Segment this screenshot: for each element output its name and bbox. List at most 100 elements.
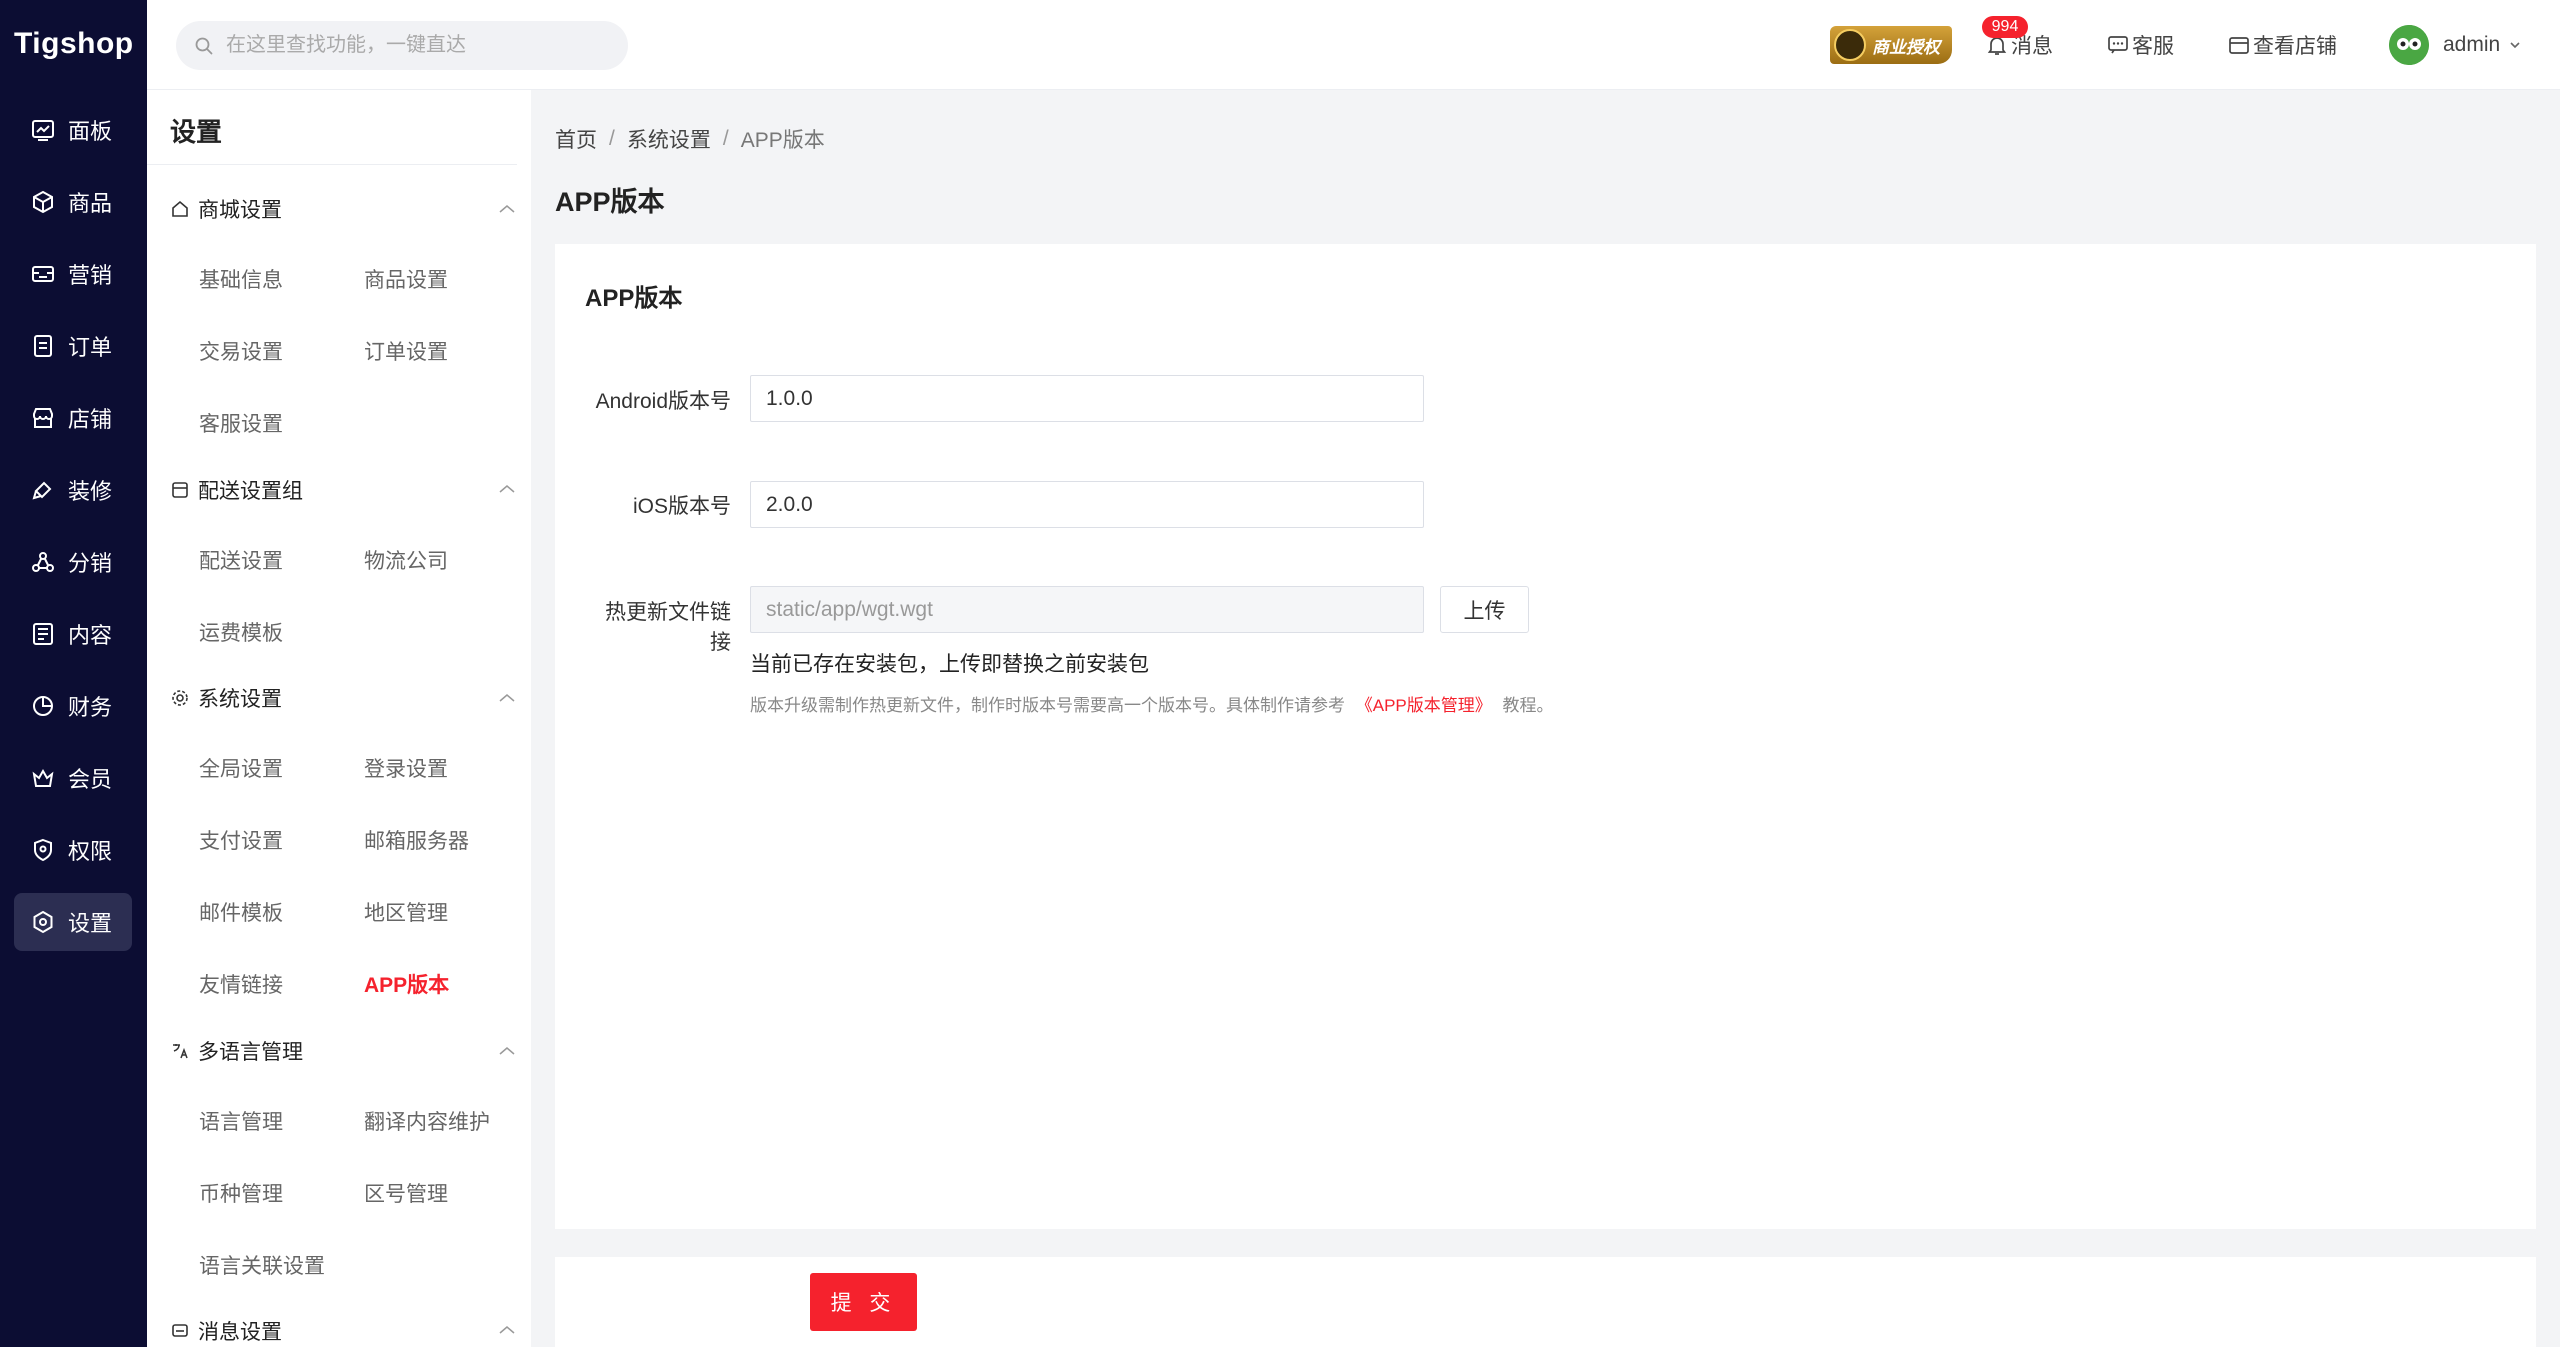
section-title: APP版本 — [585, 285, 683, 312]
nav-item-goods[interactable]: 商品 — [14, 173, 132, 231]
auth-badge[interactable]: 商业授权 — [1830, 26, 1952, 64]
sidebar-item-area-code[interactable]: 区号管理 — [364, 1178, 448, 1208]
service-button[interactable]: 客服 — [2106, 28, 2174, 62]
sidebar-item-app-version[interactable]: APP版本 — [364, 969, 449, 999]
version-help-text: 版本升级需制作热更新文件，制作时版本号需要高一个版本号。具体制作请参考 《APP… — [750, 691, 1554, 716]
group-mall-settings[interactable]: 商城设置 — [170, 194, 282, 224]
message-count-badge: 994 — [1982, 16, 2028, 38]
breadcrumb-current: APP版本 — [740, 129, 825, 152]
nav-label: 订单 — [68, 335, 113, 360]
nav-item-permissions[interactable]: 权限 — [14, 821, 132, 879]
group-system-settings[interactable]: 系统设置 — [170, 683, 282, 713]
sidebar-item-mail-template[interactable]: 邮件模板 — [199, 897, 283, 927]
service-label: 客服 — [2132, 35, 2174, 58]
sidebar-item-order-settings[interactable]: 订单设置 — [364, 336, 448, 366]
breadcrumb: 首页 / 系统设置 / APP版本 — [555, 124, 825, 154]
shield-icon — [34, 838, 52, 862]
nav-item-content[interactable]: 内容 — [14, 605, 132, 663]
sidebar-item-trade-settings[interactable]: 交易设置 — [199, 336, 283, 366]
sidebar-item-friend-links[interactable]: 友情链接 — [199, 969, 283, 999]
submit-button[interactable]: 提 交 — [810, 1273, 917, 1331]
help-text-prefix: 版本升级需制作热更新文件，制作时版本号需要高一个版本号。具体制作请参考 — [750, 696, 1345, 715]
package-exists-hint: 当前已存在安装包，上传即替换之前安装包 — [750, 653, 1149, 676]
group-shipping-settings[interactable]: 配送设置组 — [170, 475, 303, 505]
store-icon — [33, 408, 53, 428]
chevron-down-icon — [2510, 42, 2520, 49]
view-store-button[interactable]: 查看店铺 — [2227, 28, 2337, 62]
sidebar-item-region-management[interactable]: 地区管理 — [364, 897, 448, 927]
sidebar-item-goods-settings[interactable]: 商品设置 — [364, 264, 448, 294]
group-message-settings[interactable]: 消息设置 — [170, 1316, 282, 1346]
nav-label: 权限 — [68, 839, 113, 864]
sidebar-item-freight-template[interactable]: 运费模板 — [199, 617, 283, 647]
upload-button[interactable]: 上传 — [1440, 586, 1529, 633]
chat-icon — [2108, 36, 2128, 54]
hot-update-input — [750, 586, 1424, 633]
sidebar-item-logistics[interactable]: 物流公司 — [364, 545, 448, 575]
sidebar-item-service-settings[interactable]: 客服设置 — [199, 408, 283, 438]
group-multilanguage[interactable]: 多语言管理 — [170, 1036, 303, 1066]
nav-item-decoration[interactable]: 装修 — [14, 461, 132, 519]
search-box[interactable] — [176, 21, 628, 70]
user-menu[interactable]: admin — [2443, 28, 2526, 62]
sidebar-item-payment-settings[interactable]: 支付设置 — [199, 825, 283, 855]
nav-item-marketing[interactable]: 营销 — [14, 245, 132, 303]
page-title: APP版本 — [555, 187, 665, 217]
avatar[interactable] — [2389, 25, 2429, 65]
nav-item-finance[interactable]: 财务 — [14, 677, 132, 735]
nav-label: 面板 — [68, 119, 113, 144]
sidebar-item-translation[interactable]: 翻译内容维护 — [364, 1106, 490, 1136]
nav-label: 店铺 — [68, 407, 113, 432]
chevron-up-icon[interactable] — [498, 1046, 516, 1056]
chevron-up-icon[interactable] — [498, 1325, 516, 1335]
nav-label: 营销 — [68, 263, 113, 288]
sidebar-item-shipping-settings[interactable]: 配送设置 — [199, 545, 283, 575]
member-icon — [32, 768, 54, 787]
group-label: 系统设置 — [198, 688, 282, 711]
sidebar-item-global-settings[interactable]: 全局设置 — [199, 753, 283, 783]
breadcrumb-separator: / — [609, 127, 615, 150]
nav-item-dashboard[interactable]: 面板 — [14, 101, 132, 159]
nav-item-store[interactable]: 店铺 — [14, 389, 132, 447]
sidebar-item-language-management[interactable]: 语言管理 — [199, 1106, 283, 1136]
nav-item-settings[interactable]: 设置 — [14, 893, 132, 951]
logo[interactable]: Tigshop — [0, 0, 147, 90]
nav-item-members[interactable]: 会员 — [14, 749, 132, 807]
chevron-up-icon[interactable] — [498, 484, 516, 494]
breadcrumb-home[interactable]: 首页 — [555, 124, 597, 154]
search-icon — [195, 37, 213, 55]
chevron-up-icon[interactable] — [498, 693, 516, 703]
sidebar-item-login-settings[interactable]: 登录设置 — [364, 753, 448, 783]
group-label: 商城设置 — [198, 199, 282, 222]
paint-icon — [32, 481, 52, 500]
app-version-guide-link[interactable]: 《APP版本管理》 — [1356, 696, 1492, 715]
breadcrumb-separator: / — [722, 127, 729, 150]
auth-badge-label: 商业授权 — [1872, 37, 1940, 57]
sidebar-item-basic-info[interactable]: 基础信息 — [199, 264, 283, 294]
shipping-icon — [172, 482, 188, 498]
breadcrumb-parent[interactable]: 系统设置 — [627, 124, 711, 154]
nav-label: 会员 — [68, 767, 113, 792]
nav-label: 设置 — [68, 911, 113, 936]
chevron-up-icon[interactable] — [498, 204, 516, 214]
search-input[interactable] — [226, 21, 616, 70]
group-label: 多语言管理 — [198, 1041, 303, 1064]
message-icon — [172, 1324, 188, 1337]
divider — [147, 164, 517, 165]
nav-item-distribution[interactable]: 分销 — [14, 533, 132, 591]
nav-item-orders[interactable]: 订单 — [14, 317, 132, 375]
ios-version-label: iOS版本号 — [632, 495, 731, 518]
sidebar-item-mail-server[interactable]: 邮箱服务器 — [364, 825, 469, 855]
nav-label: 内容 — [68, 623, 113, 648]
gear-icon — [172, 690, 188, 706]
sidebar-item-language-relation[interactable]: 语言关联设置 — [199, 1250, 325, 1280]
sidebar-item-currency[interactable]: 币种管理 — [199, 1178, 283, 1208]
nav-label: 装修 — [68, 479, 113, 504]
dashboard-icon — [32, 120, 54, 141]
ios-version-input[interactable] — [750, 481, 1424, 528]
group-label: 消息设置 — [198, 1321, 282, 1344]
store-icon — [2229, 37, 2249, 54]
user-name: admin — [2443, 33, 2501, 56]
android-version-input[interactable] — [750, 375, 1424, 422]
settings-icon — [33, 910, 53, 934]
